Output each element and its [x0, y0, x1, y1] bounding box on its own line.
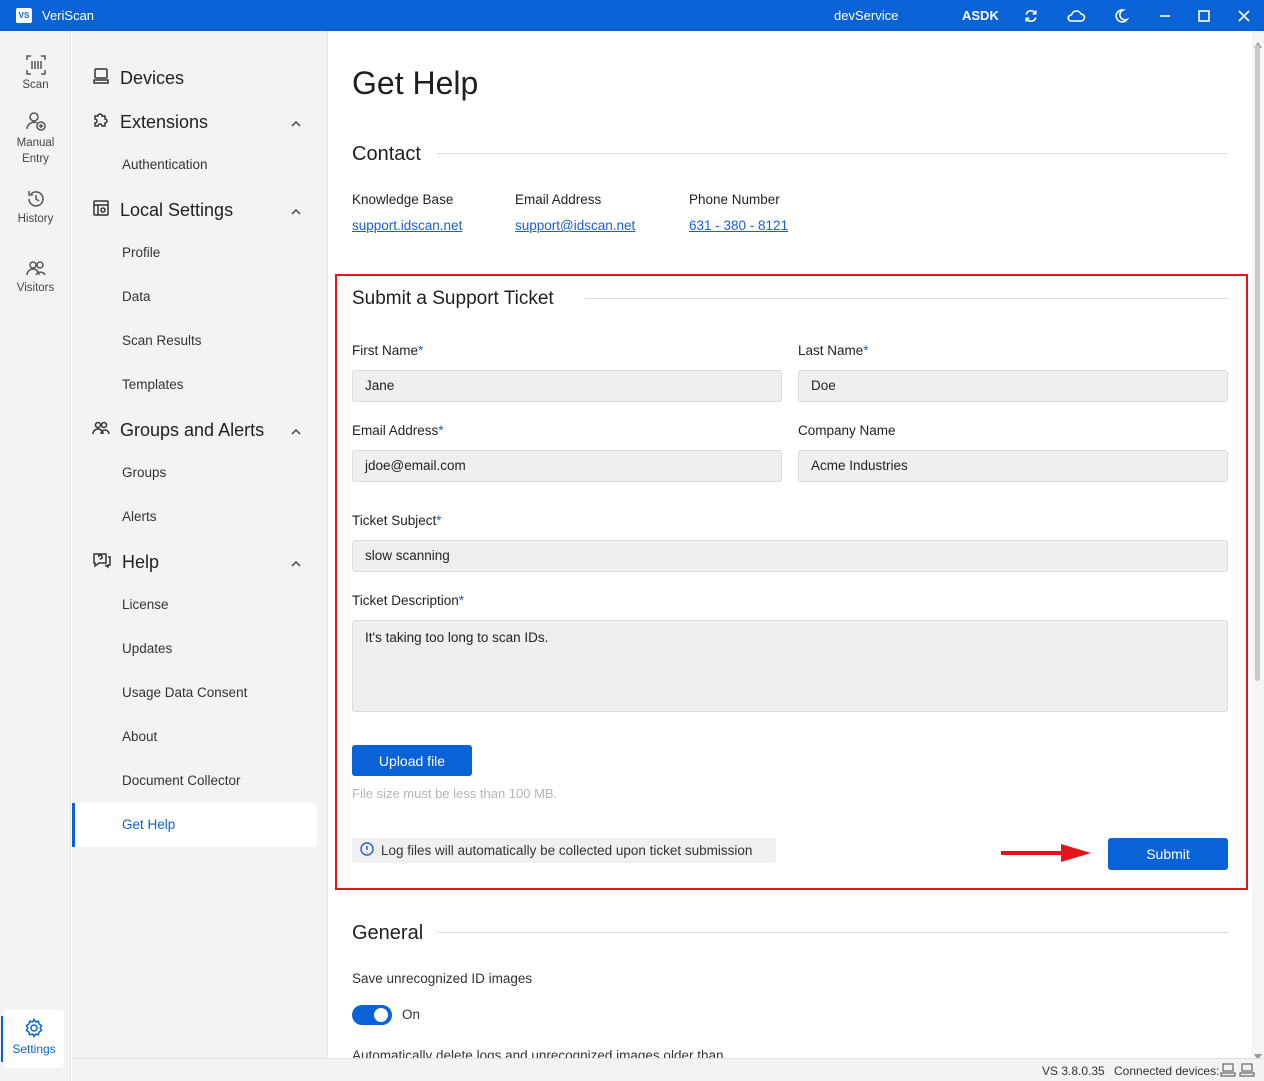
main-scrollbar[interactable] — [1252, 31, 1264, 1060]
devices-icon — [92, 67, 120, 90]
scroll-up-icon[interactable] — [1254, 35, 1262, 48]
history-icon — [25, 188, 47, 210]
status-bar: VS 3.8.0.35 Connected devices: — [72, 1058, 1264, 1081]
first-name-input[interactable]: Jane — [352, 370, 782, 402]
chevron-up-icon[interactable] — [290, 557, 302, 569]
nav-license[interactable]: License — [122, 597, 169, 612]
save-unrecognized-toggle[interactable] — [352, 1005, 392, 1025]
save-unrecognized-label: Save unrecognized ID images — [352, 971, 533, 986]
settings-nav: Devices Extensions Authentication Local … — [72, 31, 328, 1058]
last-name-label: Last Name* — [798, 343, 869, 358]
rail-item-visitors[interactable]: Visitors — [0, 257, 71, 294]
rail-item-settings[interactable]: Settings — [1, 1010, 64, 1068]
ticket-subject-label: Ticket Subject* — [352, 513, 442, 528]
version-label: VS 3.8.0.35 — [1042, 1064, 1105, 1078]
nav-usage-data-consent[interactable]: Usage Data Consent — [122, 685, 247, 700]
mode-label: ASDK — [962, 8, 999, 23]
add-user-icon — [25, 110, 47, 132]
knowledge-base-label: Knowledge Base — [352, 192, 454, 207]
email-link[interactable]: support@idscan.net — [515, 218, 635, 233]
email-label: Email Address — [515, 192, 602, 207]
first-name-label: First Name* — [352, 343, 424, 358]
page-title: Get Help — [352, 65, 479, 101]
puzzle-icon — [92, 111, 120, 134]
scroll-thumb[interactable] — [1255, 45, 1260, 681]
nav-extensions[interactable]: Extensions — [92, 111, 208, 134]
minimize-icon[interactable] — [1155, 6, 1175, 26]
chevron-up-icon[interactable] — [290, 425, 302, 437]
close-icon[interactable] — [1234, 6, 1254, 26]
nav-profile[interactable]: Profile — [122, 245, 160, 260]
nav-groups[interactable]: Groups — [122, 465, 166, 480]
title-bar: VS VeriScan devService ASDK — [0, 0, 1264, 31]
company-name-input[interactable]: Acme Industries — [798, 450, 1228, 482]
nav-alerts[interactable]: Alerts — [122, 509, 157, 524]
help-icon — [92, 551, 122, 574]
device-icon — [1220, 1063, 1236, 1077]
ticket-description-label: Ticket Description* — [352, 593, 465, 608]
phone-label: Phone Number — [689, 192, 780, 207]
service-name: devService — [834, 8, 899, 23]
nav-document-collector[interactable]: Document Collector — [122, 773, 241, 788]
nav-templates[interactable]: Templates — [122, 377, 184, 392]
rail-item-history[interactable]: History — [0, 188, 71, 225]
info-icon — [360, 842, 381, 859]
chevron-up-icon[interactable] — [290, 205, 302, 217]
auto-delete-label: Automatically delete logs and unrecogniz… — [352, 1048, 724, 1058]
nav-devices[interactable]: Devices — [92, 67, 184, 90]
phone-link[interactable]: 631 - 380 - 8121 — [689, 218, 788, 233]
app-title: VeriScan — [42, 8, 95, 23]
knowledge-base-link[interactable]: support.idscan.net — [352, 218, 462, 233]
general-section-title: General — [352, 922, 424, 944]
nav-help[interactable]: Help — [92, 551, 159, 574]
gear-icon — [24, 1018, 44, 1038]
nav-updates[interactable]: Updates — [122, 641, 172, 656]
ticket-description-textarea[interactable]: It's taking too long to scan IDs. — [352, 620, 1228, 712]
toggle-state-label: On — [402, 1007, 421, 1022]
upload-file-button[interactable]: Upload file — [352, 745, 472, 776]
nav-local-settings[interactable]: Local Settings — [92, 199, 233, 222]
ticket-subject-input[interactable]: slow scanning — [352, 540, 1228, 572]
main-content: Get Help Contact Knowledge Base support.… — [329, 31, 1264, 1058]
log-notice-banner: Log files will automatically be collecte… — [352, 838, 776, 863]
connected-devices-label: Connected devices: — [1114, 1064, 1220, 1078]
email-address-label: Email Address* — [352, 423, 444, 438]
scroll-down-icon[interactable] — [1254, 1047, 1262, 1060]
app-logo: VS — [16, 8, 32, 23]
file-size-hint: File size must be less than 100 MB. — [352, 786, 558, 801]
local-settings-icon — [92, 199, 120, 222]
visitors-icon — [25, 257, 47, 279]
rail-item-scan[interactable]: Scan — [0, 54, 71, 91]
barcode-scan-icon — [25, 54, 47, 76]
contact-section-title: Contact — [352, 143, 421, 165]
maximize-icon[interactable] — [1194, 6, 1214, 26]
app-rail: Scan Manual Entry History Visitors Setti… — [0, 31, 71, 1081]
nav-about[interactable]: About — [122, 729, 157, 744]
email-address-input[interactable]: jdoe@email.com — [352, 450, 782, 482]
chevron-up-icon[interactable] — [290, 117, 302, 129]
groups-icon — [92, 419, 120, 442]
company-name-label: Company Name — [798, 423, 896, 438]
moon-icon[interactable] — [1111, 6, 1131, 26]
submit-button[interactable]: Submit — [1108, 838, 1228, 870]
knowledge-base-column: Knowledge Base support.idscan.net — [352, 192, 462, 233]
rail-item-manual-entry[interactable]: Manual Entry — [0, 110, 71, 167]
nav-groups-alerts[interactable]: Groups and Alerts — [92, 419, 264, 442]
last-name-input[interactable]: Doe — [798, 370, 1228, 402]
nav-authentication[interactable]: Authentication — [122, 157, 208, 172]
email-column: Email Address support@idscan.net — [515, 192, 635, 233]
nav-get-help[interactable]: Get Help — [72, 803, 317, 847]
section-divider — [585, 298, 1228, 299]
phone-column: Phone Number 631 - 380 - 8121 — [689, 192, 788, 233]
sync-icon[interactable] — [1021, 6, 1041, 26]
red-arrow-annotation — [999, 841, 1099, 865]
nav-scan-results[interactable]: Scan Results — [122, 333, 202, 348]
device-icon — [1239, 1063, 1255, 1077]
nav-data[interactable]: Data — [122, 289, 151, 304]
section-divider — [437, 153, 1228, 154]
cloud-icon[interactable] — [1066, 6, 1086, 26]
ticket-section-title: Submit a Support Ticket — [352, 288, 554, 309]
section-divider — [437, 932, 1228, 933]
